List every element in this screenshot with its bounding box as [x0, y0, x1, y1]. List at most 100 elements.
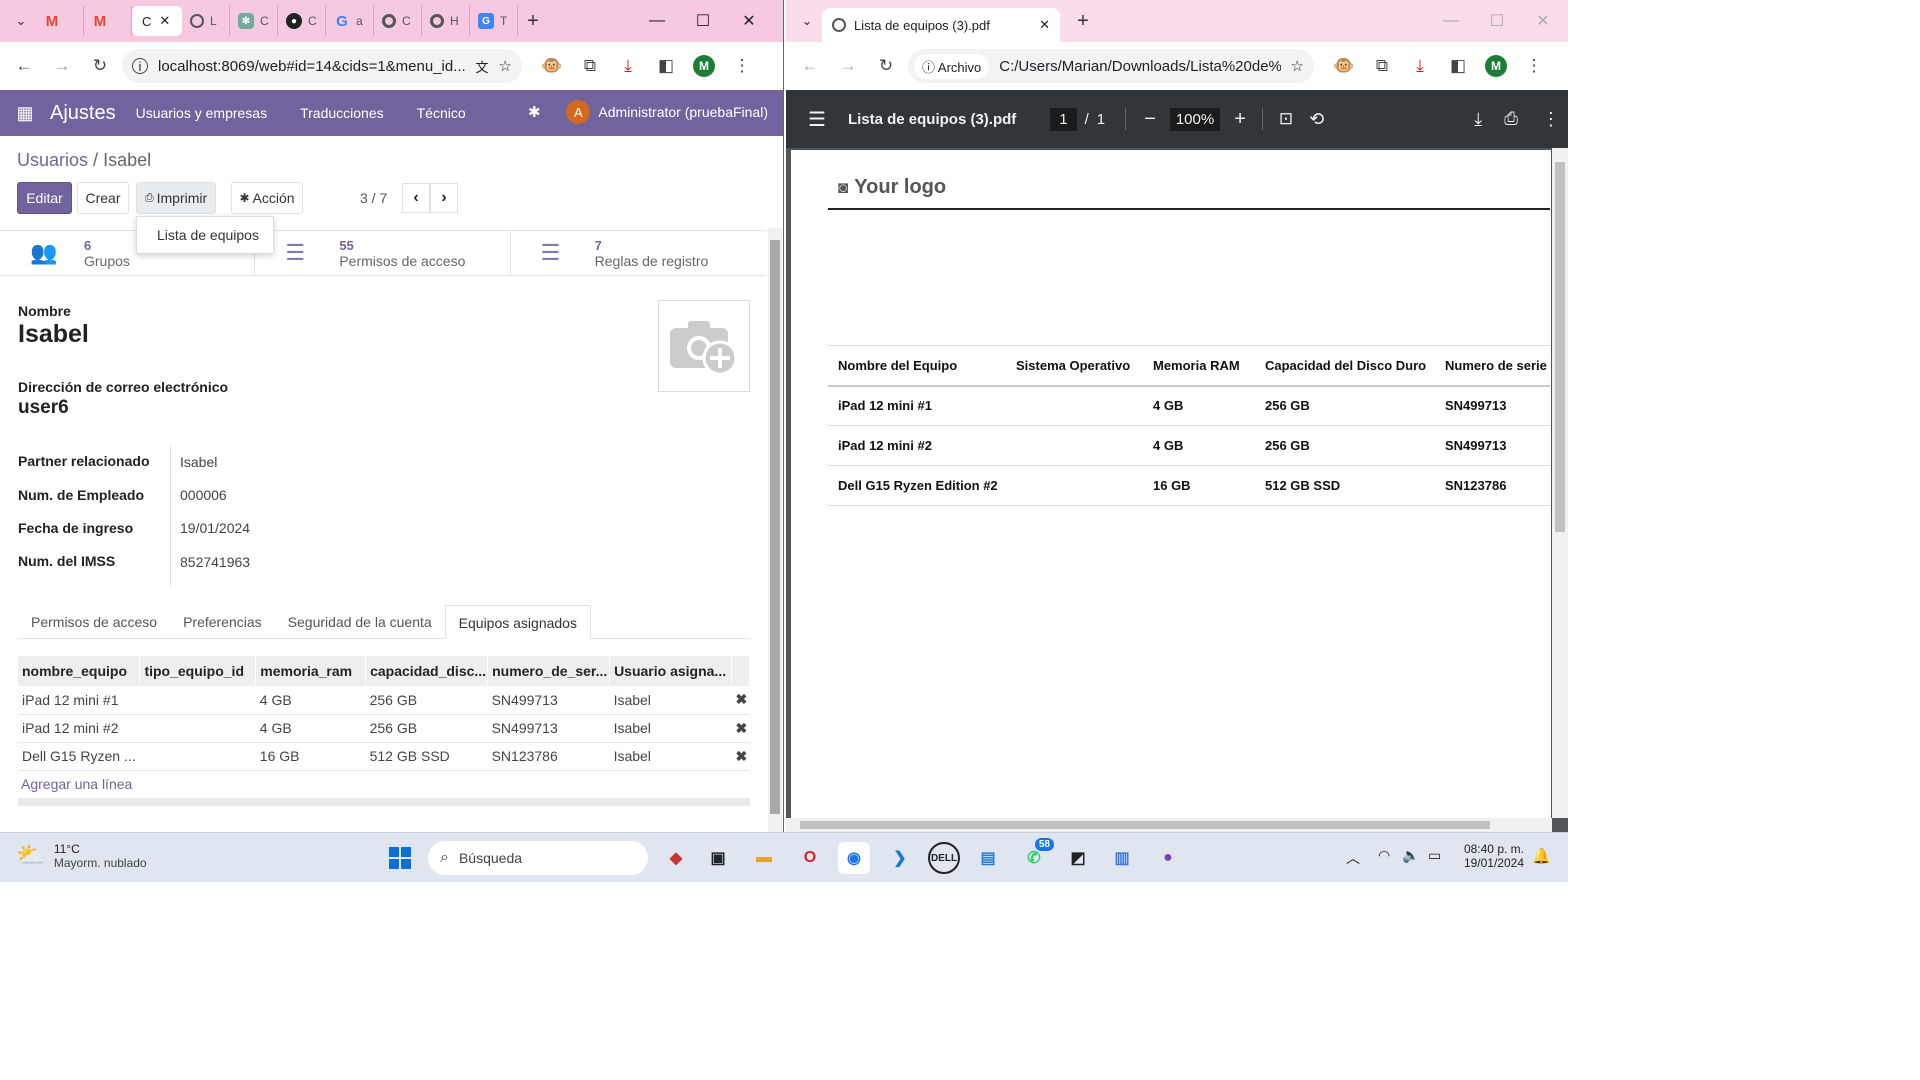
reload-icon[interactable]: ↻: [84, 50, 116, 82]
battery-icon[interactable]: ▭: [1428, 847, 1441, 864]
copilot-icon[interactable]: ◆: [660, 842, 692, 874]
print-dropdown-item[interactable]: Lista de equipos: [136, 216, 274, 254]
address-bar[interactable]: ⓘ Archivo C:/Users/Marian/Downloads/List…: [908, 49, 1314, 83]
table-row[interactable]: Dell G15 Ryzen ... 16 GB 512 GB SSD SN12…: [18, 742, 750, 771]
hire-date-value[interactable]: 19/01/2024: [180, 520, 250, 536]
add-line-link[interactable]: Agregar una línea: [21, 776, 132, 792]
menu-tecnico[interactable]: Técnico: [417, 105, 466, 121]
cell[interactable]: Dell G15 Ryzen ...: [18, 742, 140, 771]
cell[interactable]: 4 GB: [255, 686, 366, 715]
cell[interactable]: Isabel: [609, 686, 732, 715]
zoom-input[interactable]: 100%: [1169, 107, 1221, 131]
tab-permisos-acceso[interactable]: Permisos de acceso: [18, 605, 170, 638]
partner-value[interactable]: Isabel: [180, 454, 217, 470]
maximize-icon[interactable]: ☐: [680, 11, 726, 31]
employee-number-value[interactable]: 000006: [180, 487, 227, 503]
tab-google[interactable]: Ga: [326, 6, 374, 36]
more-options-icon[interactable]: ⋮: [1542, 109, 1560, 130]
tab-preferencias[interactable]: Preferencias: [170, 605, 275, 638]
table-row[interactable]: iPad 12 mini #1 4 GB 256 GB SN499713 Isa…: [18, 686, 750, 715]
wifi-icon[interactable]: ◠: [1378, 847, 1390, 864]
tab-circle-1[interactable]: C: [374, 6, 422, 36]
cell[interactable]: 256 GB: [365, 686, 488, 715]
vscode-icon[interactable]: ❯: [884, 842, 916, 874]
tab-translate[interactable]: GT: [470, 6, 518, 36]
rotate-icon[interactable]: ⟲: [1309, 109, 1324, 130]
delete-row-icon[interactable]: ✖: [731, 742, 750, 771]
tab-gmail-2[interactable]: M: [84, 6, 132, 36]
profile-avatar[interactable]: M: [688, 50, 720, 82]
menu-kebab-icon[interactable]: ⋮: [726, 50, 758, 82]
tab-search-dropdown-icon[interactable]: ⌄: [792, 6, 822, 36]
cell[interactable]: Isabel: [609, 714, 732, 743]
extension-monkey-icon[interactable]: 🐵: [536, 50, 568, 82]
clock[interactable]: 08:40 p. m. 19/01/2024: [1458, 842, 1524, 870]
cell[interactable]: 256 GB: [365, 714, 488, 743]
menu-kebab-icon[interactable]: ⋮: [1518, 50, 1550, 82]
action-button[interactable]: ✱ Acción: [231, 182, 303, 214]
monitor-app-icon[interactable]: ▥: [1106, 842, 1138, 874]
create-button[interactable]: Crear: [77, 182, 129, 214]
task-view-icon[interactable]: ▣: [702, 842, 734, 874]
breadcrumb-parent[interactable]: Usuarios: [17, 150, 88, 170]
notification-bell-icon[interactable]: 🔔: [1532, 847, 1551, 865]
delete-row-icon[interactable]: ✖: [731, 714, 750, 743]
tab-circle-2[interactable]: H: [422, 6, 470, 36]
bookmark-star-icon[interactable]: ☆: [1291, 57, 1304, 75]
column-header[interactable]: tipo_equipo_id: [139, 656, 257, 686]
reload-icon[interactable]: ↻: [870, 50, 902, 82]
close-window-icon[interactable]: ✕: [1520, 11, 1566, 31]
file-info-chip[interactable]: ⓘ Archivo: [914, 53, 990, 79]
cell[interactable]: Isabel: [609, 742, 732, 771]
new-tab-button[interactable]: +: [1068, 6, 1098, 36]
forward-icon[interactable]: →: [832, 50, 864, 82]
print-pdf-icon[interactable]: ⎙: [1504, 109, 1518, 129]
table-row[interactable]: iPad 12 mini #2 4 GB 256 GB SN499713 Isa…: [18, 714, 750, 743]
extensions-puzzle-icon[interactable]: ⧉: [1366, 50, 1398, 82]
volume-icon[interactable]: 🔈: [1402, 847, 1419, 864]
tab-gmail-1[interactable]: M: [36, 6, 84, 36]
column-header[interactable]: capacidad_disc...: [365, 656, 489, 686]
page-vertical-scrollbar[interactable]: [768, 228, 782, 832]
pager-value[interactable]: 3 / 7: [360, 190, 387, 206]
debug-bug-icon[interactable]: ✱: [528, 103, 541, 121]
tab-github[interactable]: ● C: [278, 6, 326, 36]
dell-icon[interactable]: DELL: [928, 842, 960, 874]
file-explorer-icon[interactable]: ▬: [748, 842, 780, 874]
tab-pdf-active[interactable]: Lista de equipos (3).pdf ✕: [822, 8, 1060, 42]
cell[interactable]: SN499713: [487, 686, 610, 715]
new-tab-button[interactable]: +: [518, 6, 548, 36]
scrollbar-thumb[interactable]: [800, 821, 1490, 829]
profile-avatar[interactable]: M: [1480, 50, 1512, 82]
forward-icon[interactable]: →: [46, 50, 78, 82]
table-horizontal-scrollbar[interactable]: [18, 798, 750, 806]
bookmark-star-icon[interactable]: ☆: [499, 57, 512, 75]
scrollbar-thumb[interactable]: [1555, 162, 1565, 532]
stat-record-rules[interactable]: ☰ 7 Reglas de registro: [511, 231, 766, 275]
sticky-notes-icon[interactable]: ◩: [1062, 842, 1094, 874]
cell[interactable]: 16 GB: [255, 742, 366, 771]
download-pdf-icon[interactable]: ⤓: [1474, 109, 1482, 130]
cell[interactable]: [139, 742, 256, 771]
name-value[interactable]: Isabel: [18, 320, 89, 349]
cell[interactable]: 4 GB: [255, 714, 366, 743]
tab-chatgpt[interactable]: ✻ C: [230, 6, 278, 36]
show-hidden-icons-icon[interactable]: ︿: [1346, 848, 1360, 868]
tab-equipos-asignados[interactable]: Equipos asignados: [444, 605, 591, 639]
cell[interactable]: [139, 686, 256, 715]
zoom-out-icon[interactable]: −: [1144, 108, 1156, 131]
translate-page-icon[interactable]: 文: [476, 57, 489, 76]
control-panel-icon[interactable]: ▤: [972, 842, 1004, 874]
info-icon[interactable]: i: [132, 58, 148, 74]
pager-previous-icon[interactable]: ‹: [402, 183, 430, 213]
side-panel-icon[interactable]: ◧: [1442, 50, 1474, 82]
tab-globe[interactable]: L: [182, 6, 230, 36]
close-tab-icon[interactable]: ✕: [159, 13, 170, 29]
pdf-vertical-scrollbar[interactable]: [1552, 148, 1568, 818]
download-icon[interactable]: ⤓: [1404, 50, 1436, 82]
fit-page-icon[interactable]: ⊡: [1279, 109, 1293, 129]
maximize-icon[interactable]: ☐: [1474, 11, 1520, 31]
stat-access-rights[interactable]: ☰ 55 Permisos de acceso: [255, 231, 511, 275]
edit-button[interactable]: Editar: [17, 182, 72, 214]
close-tab-icon[interactable]: ✕: [1039, 17, 1050, 33]
